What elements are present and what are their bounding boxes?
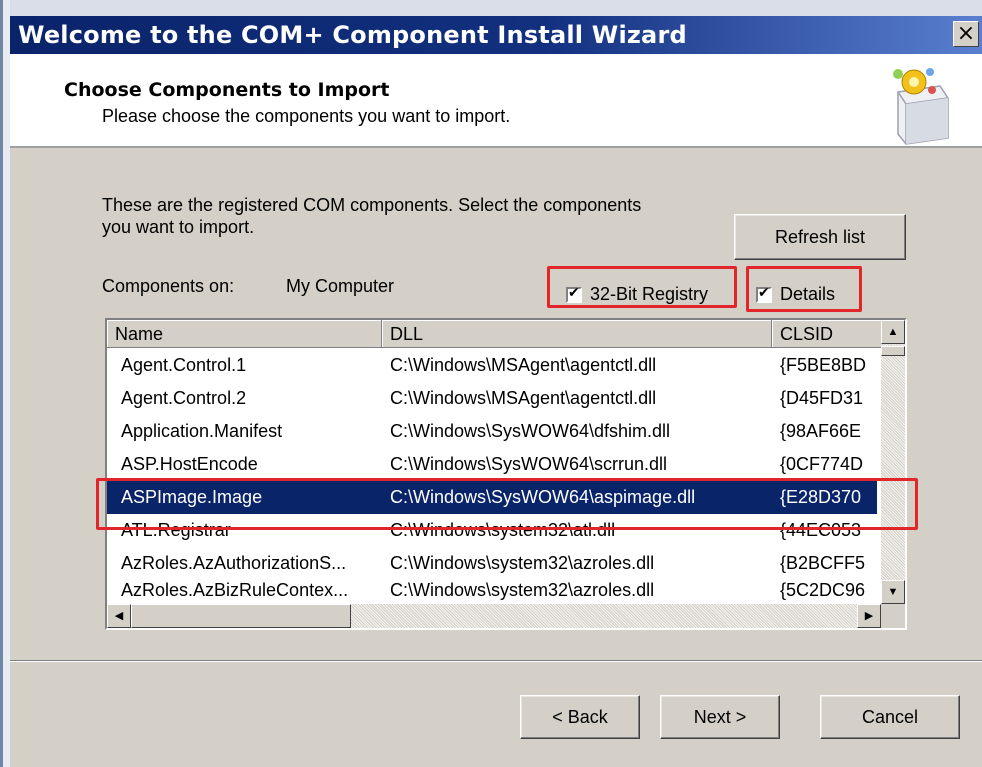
next-button[interactable]: Next > — [660, 695, 780, 739]
page-title: Choose Components to Import — [64, 79, 390, 101]
components-list[interactable]: Name DLL CLSID Agent.Control.1 C:\Window… — [105, 318, 907, 630]
item-dll: C:\Windows\SysWOW64\dfshim.dll — [390, 421, 671, 441]
item-dll: C:\Windows\SysWOW64\scrrun.dll — [390, 454, 668, 474]
item-clsid: {98AF66E — [780, 421, 862, 441]
list-item[interactable]: ASP.HostEncode C:\Windows\SysWOW64\scrru… — [107, 448, 877, 481]
cancel-button[interactable]: Cancel — [820, 695, 960, 739]
button-separator — [10, 660, 982, 662]
title-bar: Welcome to the COM+ Component Install Wi… — [10, 16, 982, 54]
window-title: Welcome to the COM+ Component Install Wi… — [18, 21, 687, 49]
column-header-clsid[interactable]: CLSID — [772, 320, 882, 348]
item-dll: C:\Windows\system32\azroles.dll — [390, 553, 655, 573]
item-name: AzRoles.AzAuthorizationS... — [121, 553, 347, 573]
close-button[interactable]: × — [953, 21, 979, 47]
highlight-selected-row — [96, 478, 918, 530]
item-clsid: {5C2DC96 — [780, 580, 866, 600]
vertical-scroll-thumb[interactable] — [881, 346, 905, 356]
background-window-edge — [0, 0, 10, 767]
item-name: Agent.Control.2 — [121, 388, 247, 408]
list-item[interactable]: AzRoles.AzBizRuleContex... C:\Windows\sy… — [107, 578, 877, 602]
intro-text: These are the registered COM components.… — [102, 195, 642, 237]
list-item[interactable]: Agent.Control.2 C:\Windows\MSAgent\agent… — [107, 382, 877, 415]
item-dll: C:\Windows\MSAgent\agentctl.dll — [390, 388, 657, 408]
scroll-right-arrow-icon[interactable]: ▶ — [857, 604, 881, 628]
item-name: ASP.HostEncode — [121, 454, 258, 474]
vertical-scrollbar[interactable]: ▲ ▼ — [881, 320, 905, 604]
wizard-header: Choose Components to Import Please choos… — [10, 54, 982, 148]
wizard-body: These are the registered COM components.… — [10, 148, 982, 767]
components-on-value: My Computer — [286, 276, 395, 296]
item-clsid: {F5BE8BD — [780, 355, 867, 375]
list-item[interactable]: AzRoles.AzAuthorizationS... C:\Windows\s… — [107, 547, 877, 580]
item-dll: C:\Windows\system32\azroles.dll — [390, 580, 655, 600]
horizontal-scrollbar[interactable]: ◀ ▶ — [107, 604, 881, 628]
item-name: AzRoles.AzBizRuleContex... — [121, 580, 349, 600]
highlight-32bit-registry — [547, 266, 737, 308]
components-on-label: Components on: — [102, 276, 235, 296]
list-header: Name DLL CLSID — [107, 320, 905, 348]
item-clsid: {B2BCFF5 — [780, 553, 866, 573]
list-item[interactable]: Application.Manifest C:\Windows\SysWOW64… — [107, 415, 877, 448]
component-box-icon — [893, 68, 949, 145]
column-header-dll[interactable]: DLL — [382, 320, 772, 348]
page-subtitle: Please choose the components you want to… — [102, 106, 511, 126]
item-dll: C:\Windows\MSAgent\agentctl.dll — [390, 355, 657, 375]
background-window-strip — [0, 0, 982, 16]
scroll-down-arrow-icon[interactable]: ▼ — [881, 580, 905, 604]
highlight-details — [746, 266, 862, 312]
refresh-list-button[interactable]: Refresh list — [734, 214, 906, 260]
scrollbar-corner — [881, 604, 905, 628]
item-name: Agent.Control.1 — [121, 355, 247, 375]
item-name: Application.Manifest — [121, 421, 283, 441]
scroll-up-arrow-icon[interactable]: ▲ — [881, 320, 905, 344]
scroll-left-arrow-icon[interactable]: ◀ — [107, 604, 131, 628]
horizontal-scroll-thumb[interactable] — [131, 604, 351, 628]
column-header-name[interactable]: Name — [107, 320, 382, 348]
item-clsid: {D45FD31 — [780, 388, 864, 408]
list-item[interactable]: Agent.Control.1 C:\Windows\MSAgent\agent… — [107, 349, 877, 382]
back-button[interactable]: < Back — [520, 695, 640, 739]
item-clsid: {0CF774D — [780, 454, 864, 474]
